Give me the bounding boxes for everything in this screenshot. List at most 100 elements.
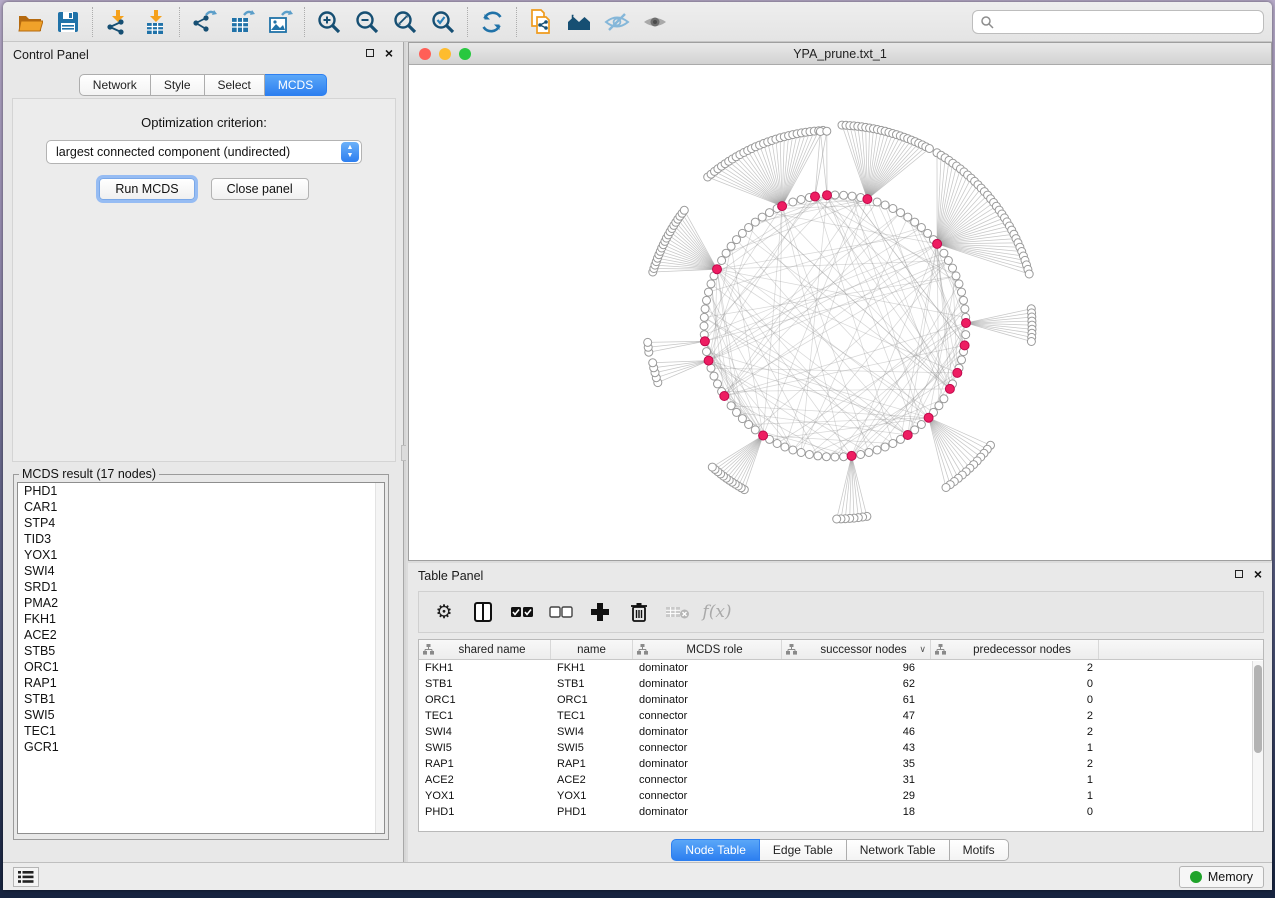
select-all-checkbox-icon[interactable] [507, 596, 537, 628]
table-cell: ACE2 [419, 774, 551, 786]
result-node[interactable]: GCR1 [18, 739, 384, 755]
search-input[interactable] [999, 15, 1256, 29]
add-column-icon[interactable] [585, 596, 615, 628]
clone-network-icon[interactable] [522, 5, 560, 39]
column-header-shared-name[interactable]: shared name [419, 640, 551, 659]
table-cell: SWI5 [419, 742, 551, 754]
export-image-icon[interactable] [261, 5, 299, 39]
table-row[interactable]: TEC1TEC1connector472 [419, 708, 1263, 724]
result-node[interactable]: ACE2 [18, 627, 384, 643]
tab-node-table[interactable]: Node Table [671, 839, 760, 861]
tab-network[interactable]: Network [79, 74, 151, 96]
table-row[interactable]: ORC1ORC1dominator610 [419, 692, 1263, 708]
table-cell: 0 [931, 806, 1099, 818]
close-panel-button[interactable]: Close panel [211, 178, 309, 200]
column-header-predecessor-nodes[interactable]: predecessor nodes [931, 640, 1099, 659]
result-node[interactable]: STB1 [18, 691, 384, 707]
result-node[interactable]: PMA2 [18, 595, 384, 611]
export-table-icon[interactable] [223, 5, 261, 39]
table-scrollbar-thumb[interactable] [1254, 665, 1262, 753]
result-node[interactable]: SWI4 [18, 563, 384, 579]
network-titlebar[interactable]: YPA_prune.txt_1 [409, 43, 1271, 65]
result-node[interactable]: STB5 [18, 643, 384, 659]
table-row[interactable]: ACE2ACE2connector311 [419, 772, 1263, 788]
delete-table-icon[interactable] [663, 596, 693, 628]
close-table-panel-icon[interactable]: × [1254, 569, 1262, 579]
tab-mcds[interactable]: MCDS [265, 74, 327, 96]
column-header-MCDS-role[interactable]: MCDS role [633, 640, 782, 659]
close-panel-icon[interactable]: × [385, 48, 393, 58]
show-all-icon[interactable] [636, 5, 674, 39]
search-field[interactable] [972, 10, 1264, 34]
import-table-icon[interactable] [136, 5, 174, 39]
table-cell: 96 [782, 662, 931, 674]
maximize-window-icon[interactable] [459, 48, 471, 60]
result-node[interactable]: SWI5 [18, 707, 384, 723]
delete-column-icon[interactable] [624, 596, 654, 628]
table-cell: 47 [782, 710, 931, 722]
memory-button[interactable]: Memory [1179, 866, 1264, 888]
task-history-button[interactable] [13, 867, 39, 887]
tab-style[interactable]: Style [151, 74, 205, 96]
table-cell: TEC1 [419, 710, 551, 722]
zoom-out-icon[interactable] [348, 5, 386, 39]
export-network-icon[interactable] [185, 5, 223, 39]
table-scrollbar[interactable] [1252, 661, 1263, 831]
criterion-dropdown[interactable]: largest connected component (undirected)… [46, 140, 362, 164]
float-table-panel-icon[interactable] [1235, 570, 1243, 578]
table-cell: PHD1 [551, 806, 633, 818]
result-node[interactable]: TID3 [18, 531, 384, 547]
result-list-scrollbar[interactable] [375, 483, 384, 833]
first-neighbors-icon[interactable] [560, 5, 598, 39]
table-cell: PHD1 [419, 806, 551, 818]
save-session-icon[interactable] [49, 5, 87, 39]
column-layout-icon[interactable] [468, 596, 498, 628]
zoom-selected-icon[interactable] [424, 5, 462, 39]
table-row[interactable]: SWI5SWI5connector431 [419, 740, 1263, 756]
tab-network-table[interactable]: Network Table [847, 839, 950, 861]
table-row[interactable]: YOX1YOX1connector291 [419, 788, 1263, 804]
minimize-window-icon[interactable] [439, 48, 451, 60]
result-node[interactable]: TEC1 [18, 723, 384, 739]
table-settings-icon[interactable]: ⚙ [429, 596, 459, 628]
result-node[interactable]: STP4 [18, 515, 384, 531]
table-panel: Table Panel × ⚙ [408, 563, 1272, 862]
table-panel-titlebar: Table Panel × [408, 563, 1272, 589]
mcds-result-list[interactable]: PHD1CAR1STP4TID3YOX1SWI4SRD1PMA2FKH1ACE2… [17, 482, 385, 834]
result-node[interactable]: PHD1 [18, 483, 384, 499]
run-mcds-button[interactable]: Run MCDS [99, 178, 194, 200]
apply-layout-icon[interactable] [473, 5, 511, 39]
zoom-fit-icon[interactable] [386, 5, 424, 39]
result-node[interactable]: YOX1 [18, 547, 384, 563]
column-header-successor-nodes[interactable]: successor nodes∨ [782, 640, 931, 659]
table-cell: SWI5 [551, 742, 633, 754]
function-builder-icon[interactable]: f(x) [702, 596, 732, 628]
result-node[interactable]: ORC1 [18, 659, 384, 675]
criterion-value: largest connected component (undirected) [47, 145, 341, 159]
right-area: YPA_prune.txt_1 Table Panel × ⚙ [406, 42, 1272, 862]
open-file-icon[interactable] [11, 5, 49, 39]
table-row[interactable]: PHD1PHD1dominator180 [419, 804, 1263, 820]
zoom-in-icon[interactable] [310, 5, 348, 39]
deselect-all-checkbox-icon[interactable] [546, 596, 576, 628]
result-node[interactable]: CAR1 [18, 499, 384, 515]
result-node[interactable]: FKH1 [18, 611, 384, 627]
tab-edge-table[interactable]: Edge Table [760, 839, 847, 861]
table-row[interactable]: RAP1RAP1dominator352 [419, 756, 1263, 772]
close-window-icon[interactable] [419, 48, 431, 60]
table-row[interactable]: SWI4SWI4dominator462 [419, 724, 1263, 740]
hide-selected-icon[interactable] [598, 5, 636, 39]
control-panel-titlebar: Control Panel × [3, 42, 403, 68]
network-canvas[interactable] [409, 65, 1272, 561]
column-header-name[interactable]: name [551, 640, 633, 659]
toolbar-separator [304, 7, 305, 37]
float-panel-icon[interactable] [366, 49, 374, 57]
table-row[interactable]: FKH1FKH1dominator962 [419, 660, 1263, 676]
table-row[interactable]: STB1STB1dominator620 [419, 676, 1263, 692]
result-node[interactable]: RAP1 [18, 675, 384, 691]
result-node[interactable]: SRD1 [18, 579, 384, 595]
tab-motifs[interactable]: Motifs [950, 839, 1009, 861]
table-cell: dominator [633, 694, 782, 706]
tab-select[interactable]: Select [205, 74, 265, 96]
import-network-icon[interactable] [98, 5, 136, 39]
